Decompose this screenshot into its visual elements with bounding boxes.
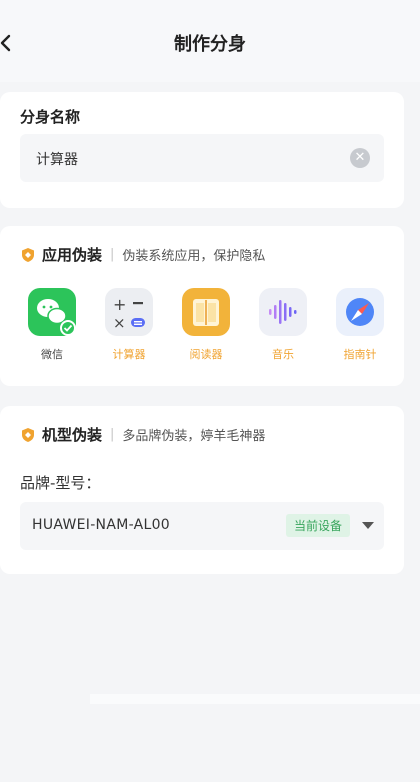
app-label: 指南针 xyxy=(343,348,377,361)
model-disguise-header: 机型伪装 | 多品牌伪装，婷羊毛神器 xyxy=(20,424,265,445)
app-option-compass[interactable]: 指南针 xyxy=(328,288,392,362)
divider: | xyxy=(110,427,115,442)
app-disguise-subtitle: 伪装系统应用，保护隐私 xyxy=(122,249,266,264)
brand-model-label: 品牌-型号： xyxy=(20,474,101,492)
divider: | xyxy=(110,247,115,262)
calculator-icon: + × xyxy=(105,288,153,336)
app-disguise-header: 应用伪装 | 伪装系统应用，保护隐私 xyxy=(20,244,265,265)
page-title: 制作分身 xyxy=(174,34,246,55)
name-section-title: 分身名称 xyxy=(20,108,81,126)
clear-icon[interactable]: ✕ xyxy=(350,148,370,168)
shield-icon xyxy=(22,247,34,262)
wechat-icon xyxy=(28,288,76,336)
model-disguise-card: 机型伪装 | 多品牌伪装，婷羊毛神器 品牌-型号： HUAWEI-NAM-AL0… xyxy=(0,406,404,574)
model-disguise-title: 机型伪装 xyxy=(42,426,103,444)
current-device-badge: 当前设备 xyxy=(285,514,350,537)
app-option-music[interactable]: 音乐 xyxy=(251,288,315,362)
app-label: 微信 xyxy=(41,348,63,361)
model-disguise-subtitle: 多品牌伪装，婷羊毛神器 xyxy=(122,429,266,444)
app-label: 计算器 xyxy=(112,348,146,361)
svg-text:+: + xyxy=(113,295,126,314)
app-option-wechat[interactable]: 微信 xyxy=(20,288,84,362)
app-option-reader[interactable]: 阅读器 xyxy=(174,288,238,362)
chevron-down-icon xyxy=(362,522,374,529)
reader-icon xyxy=(182,288,230,336)
svg-text:×: × xyxy=(113,314,126,332)
app-disguise-title: 应用伪装 xyxy=(42,246,103,264)
model-select-value: HUAWEI-NAM-AL00 xyxy=(32,517,171,533)
compass-icon xyxy=(336,288,384,336)
bottom-divider xyxy=(90,694,420,704)
header-bar: 制作分身 xyxy=(0,0,420,82)
app-disguise-card: 应用伪装 | 伪装系统应用，保护隐私 微信 + × 计算器 阅读器 音乐 指南针 xyxy=(0,226,404,386)
app-label: 音乐 xyxy=(272,348,294,361)
app-label: 阅读器 xyxy=(189,348,223,361)
app-option-calculator[interactable]: + × 计算器 xyxy=(97,288,161,362)
music-icon xyxy=(259,288,307,336)
name-input[interactable]: 计算器 ✕ xyxy=(20,134,384,182)
shield-icon xyxy=(22,427,34,442)
app-icon-list: 微信 + × 计算器 阅读器 音乐 指南针 xyxy=(20,288,392,362)
model-select[interactable]: HUAWEI-NAM-AL00 当前设备 xyxy=(20,502,384,550)
name-input-value: 计算器 xyxy=(36,152,78,168)
